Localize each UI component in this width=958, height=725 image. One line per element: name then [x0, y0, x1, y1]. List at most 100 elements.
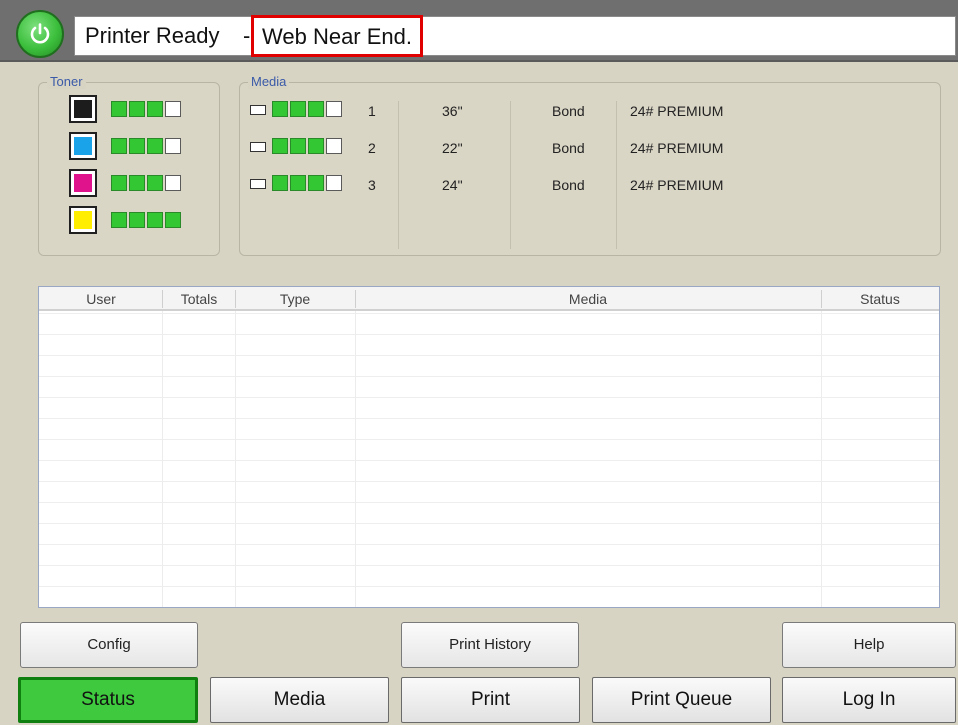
table-row: [39, 334, 939, 335]
level-cell: [290, 138, 306, 154]
media-level-gauge: [272, 138, 342, 154]
nav-tab-print-queue[interactable]: Print Queue: [592, 677, 771, 723]
roll-description: 24# PREMIUM: [630, 177, 724, 193]
roll-width: 36": [442, 103, 463, 119]
toner-cartridge-icon: [69, 169, 97, 197]
toner-cartridge-icon: [69, 206, 97, 234]
level-cell: [147, 101, 163, 117]
toner-cartridge-icon: [69, 95, 97, 123]
level-cell: [129, 212, 145, 228]
roll-width: 22": [442, 140, 463, 156]
level-cell: [290, 175, 306, 191]
status-separator: -: [243, 23, 251, 48]
roll-media-type: Bond: [552, 103, 585, 119]
help-button[interactable]: Help: [782, 622, 956, 668]
status-message-panel: Printer Ready - Web Near End.: [74, 15, 956, 57]
table-row: [39, 439, 939, 440]
table-column-line: [162, 311, 163, 607]
nav-tab-status[interactable]: Status: [18, 677, 198, 723]
level-cell: [147, 175, 163, 191]
roll-icon: [250, 179, 266, 189]
toner-level-gauge: [111, 212, 181, 228]
nav-tab-media[interactable]: Media: [210, 677, 389, 723]
printer-status-screen: Printer Ready - Web Near End. Toner Medi…: [0, 0, 958, 725]
nav-tab-print[interactable]: Print: [401, 677, 580, 723]
roll-number: 2: [368, 140, 376, 156]
roll-description: 24# PREMIUM: [630, 140, 724, 156]
table-row: [39, 523, 939, 524]
job-table-header: User Totals Type Media Status: [39, 287, 939, 311]
level-cell: [326, 138, 342, 154]
level-cell: [129, 101, 145, 117]
roll-width: 24": [442, 177, 463, 193]
column-header-totals[interactable]: Totals: [163, 291, 235, 307]
printer-ready-text: Printer Ready: [85, 23, 220, 48]
roll-media-type: Bond: [552, 140, 585, 156]
level-cell: [272, 101, 288, 117]
column-header-status[interactable]: Status: [821, 291, 939, 307]
web-near-end-warning: Web Near End.: [251, 15, 424, 57]
level-cell: [111, 138, 127, 154]
level-cell: [111, 175, 127, 191]
level-cell: [111, 212, 127, 228]
level-cell: [308, 175, 324, 191]
nav-tab-log-in[interactable]: Log In: [782, 677, 956, 723]
table-row: [39, 397, 939, 398]
toner-cartridge-icon: [69, 132, 97, 160]
level-cell: [165, 138, 181, 154]
media-roll-row[interactable]: 3 24" Bond 24# PREMIUM: [250, 172, 930, 196]
column-header-user[interactable]: User: [39, 291, 163, 307]
roll-media-type: Bond: [552, 177, 585, 193]
media-roll-row[interactable]: 1 36" Bond 24# PREMIUM: [250, 98, 930, 122]
table-row: [39, 586, 939, 587]
table-row: [39, 502, 939, 503]
table-row: [39, 355, 939, 356]
column-header-media[interactable]: Media: [355, 291, 821, 307]
level-cell: [326, 175, 342, 191]
toner-level-gauge: [111, 101, 181, 117]
config-button[interactable]: Config: [20, 622, 198, 668]
level-cell: [308, 101, 324, 117]
level-cell: [326, 101, 342, 117]
table-column-line: [355, 311, 356, 607]
table-row: [39, 460, 939, 461]
media-roll-row[interactable]: 2 22" Bond 24# PREMIUM: [250, 135, 930, 159]
level-cell: [272, 175, 288, 191]
table-row: [39, 565, 939, 566]
table-column-line: [821, 311, 822, 607]
level-cell: [129, 138, 145, 154]
table-column-line: [235, 311, 236, 607]
toner-level-gauge: [111, 138, 181, 154]
media-group: Media 1 36" Bond 24# PREMIUM 2 22" Bond 24# PRE…: [239, 74, 941, 256]
toner-level-gauge: [111, 175, 181, 191]
power-icon[interactable]: [16, 10, 64, 58]
level-cell: [165, 212, 181, 228]
toner-group-label: Toner: [47, 74, 86, 89]
roll-number: 3: [368, 177, 376, 193]
level-cell: [272, 138, 288, 154]
media-level-gauge: [272, 101, 342, 117]
table-row: [39, 418, 939, 419]
job-table[interactable]: User Totals Type Media Status: [38, 286, 940, 608]
table-row: [39, 313, 939, 314]
media-level-gauge: [272, 175, 342, 191]
roll-icon: [250, 142, 266, 152]
column-header-type[interactable]: Type: [235, 291, 355, 307]
top-status-bar: Printer Ready - Web Near End.: [0, 0, 958, 62]
table-row: [39, 544, 939, 545]
level-cell: [129, 175, 145, 191]
table-row: [39, 481, 939, 482]
level-cell: [290, 101, 306, 117]
table-row: [39, 376, 939, 377]
media-group-label: Media: [248, 74, 290, 89]
level-cell: [308, 138, 324, 154]
roll-description: 24# PREMIUM: [630, 103, 724, 119]
level-cell: [147, 138, 163, 154]
level-cell: [111, 101, 127, 117]
print-history-button[interactable]: Print History: [401, 622, 579, 668]
level-cell: [165, 101, 181, 117]
roll-number: 1: [368, 103, 376, 119]
level-cell: [147, 212, 163, 228]
toner-group: Toner: [38, 74, 220, 256]
level-cell: [165, 175, 181, 191]
